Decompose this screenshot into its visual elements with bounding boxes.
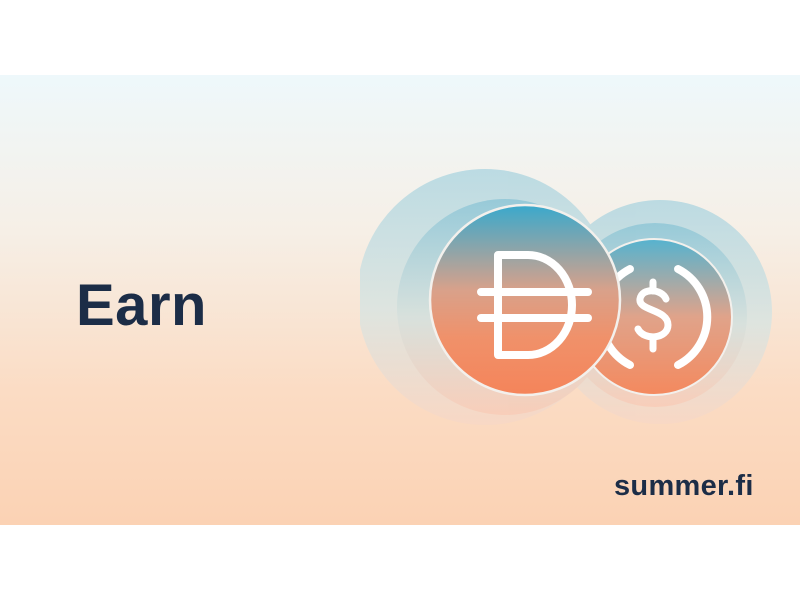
dai-coin-icon: [428, 203, 622, 397]
brand-logo-text: summer.fi: [614, 470, 754, 502]
token-illustration: [360, 169, 772, 425]
earn-banner: Earn summer.fi: [0, 75, 800, 525]
page-frame: Earn summer.fi: [0, 0, 800, 600]
banner-headline: Earn: [76, 273, 207, 338]
